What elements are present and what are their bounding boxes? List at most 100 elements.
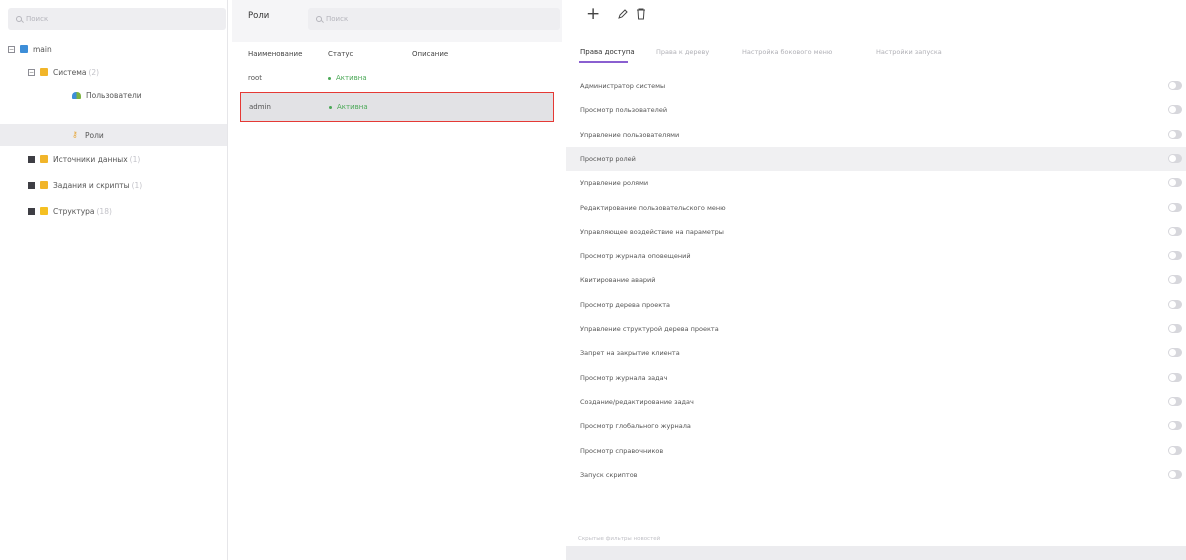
folder-icon	[40, 68, 48, 76]
roles-search-input[interactable]: Поиск	[308, 8, 560, 30]
permission-label: Администратор системы	[580, 82, 666, 90]
permission-label: Управляющее воздействие на параметры	[580, 227, 724, 236]
tree-item-main[interactable]: − main	[0, 38, 227, 60]
permission-toggle[interactable]	[1168, 81, 1182, 90]
permission-row: Квитирование аварий	[566, 268, 1186, 292]
status-badge: Активна	[329, 103, 368, 111]
permission-toggle[interactable]	[1168, 469, 1182, 479]
permission-row: Просмотр журнала оповещений	[566, 244, 1186, 268]
tree-item-tasks-scripts[interactable]: Задания и скрипты (1)	[0, 174, 227, 196]
permission-toggle[interactable]	[1168, 348, 1182, 358]
collapse-icon[interactable]: −	[8, 45, 15, 53]
permission-label: Просмотр пользователей	[580, 106, 668, 115]
collapse-icon[interactable]: −	[28, 68, 35, 76]
permission-toggle[interactable]	[1168, 396, 1182, 406]
tree-item-roles[interactable]: ⚷ Роли	[0, 124, 227, 146]
permission-toggle[interactable]	[1168, 129, 1182, 139]
permission-toggle[interactable]	[1168, 324, 1182, 333]
tree-item-label: Источники данных	[53, 154, 128, 164]
tree-item-label: main	[33, 44, 52, 54]
folder-icon	[40, 207, 48, 215]
tab-side-menu-settings[interactable]: Настройка бокового меню	[742, 48, 832, 56]
permission-label: Запуск скриптов	[580, 470, 638, 479]
permission-row: Просмотр глобального журнала	[566, 414, 1186, 438]
permission-toggle[interactable]	[1168, 153, 1182, 163]
folder-icon	[40, 155, 48, 163]
permission-row: Запрет на закрытие клиента	[566, 341, 1186, 365]
add-role-button[interactable]: +	[586, 4, 600, 24]
permission-row: Просмотр пользователей	[566, 98, 1186, 122]
hidden-filters-field[interactable]	[566, 546, 1186, 560]
tree-item-label: Задания и скрипты	[53, 180, 130, 190]
database-icon	[20, 45, 28, 53]
permission-label: Просмотр глобального журнала	[580, 422, 691, 431]
tree-item-label: Роли	[85, 130, 104, 140]
tree-item-count: (1)	[131, 180, 143, 190]
roles-title: Роли	[248, 11, 270, 21]
permission-toggle[interactable]	[1168, 226, 1182, 236]
tree-item-users[interactable]: Пользователи	[0, 84, 227, 106]
table-row-selected[interactable]: admin Активна	[240, 92, 554, 122]
permission-row: Просмотр дерева проекта	[566, 293, 1186, 317]
role-name: admin	[249, 103, 271, 111]
permission-label: Управление пользователями	[580, 130, 680, 139]
permission-row: Управление структурой дерева проекта	[566, 317, 1186, 341]
delete-role-button[interactable]	[636, 8, 646, 20]
tab-tree-rights[interactable]: Права к дереву	[656, 48, 709, 56]
column-header-status[interactable]: Статус	[328, 50, 353, 58]
permission-row: Управляющее воздействие на параметры	[566, 220, 1186, 244]
permission-label: Создание/редактирование задач	[580, 397, 694, 406]
column-header-name[interactable]: Наименование	[248, 50, 302, 58]
tab-launch-settings[interactable]: Настройки запуска	[876, 48, 942, 56]
permission-toggle[interactable]	[1168, 178, 1182, 188]
table-row[interactable]: root Активна	[240, 67, 554, 89]
expand-icon[interactable]	[28, 207, 35, 215]
tree-item-label: Пользователи	[86, 90, 142, 100]
permission-row: Администратор системы	[566, 74, 1186, 98]
edit-role-button[interactable]	[617, 8, 629, 20]
permission-toggle[interactable]	[1168, 251, 1182, 261]
expand-icon[interactable]	[28, 155, 35, 163]
permission-row: Просмотр журнала задач	[566, 366, 1186, 390]
users-icon	[72, 91, 81, 99]
permission-label: Просмотр справочников	[580, 446, 664, 455]
permission-row: Управление пользователями	[566, 123, 1186, 147]
role-key-icon: ⚷	[72, 130, 78, 139]
permission-toggle[interactable]	[1168, 105, 1182, 115]
hidden-filters-label: Скрытые фильтры новостей	[578, 536, 661, 542]
tree-search-input[interactable]: Поиск	[8, 8, 226, 30]
expand-icon[interactable]	[28, 181, 35, 189]
permission-row: Просмотр ролей	[566, 146, 1186, 171]
column-header-description[interactable]: Описание	[412, 50, 448, 58]
tree-search-placeholder: Поиск	[26, 15, 49, 23]
tree-item-structure[interactable]: Структура (18)	[0, 200, 227, 222]
tree-item-count: (1)	[129, 154, 141, 164]
search-icon	[16, 16, 22, 22]
permission-toggle[interactable]	[1168, 299, 1182, 309]
permission-toggle[interactable]	[1168, 445, 1182, 455]
tree-item-label: Система	[53, 67, 87, 77]
permission-row: Запуск скриптов	[566, 463, 1186, 487]
tree-item-system[interactable]: − Система (2)	[0, 61, 227, 83]
permissions-panel: Права доступа Права к дереву Настройка б…	[566, 38, 1186, 560]
permission-label: Квитирование аварий	[580, 276, 656, 285]
permission-label: Управление структурой дерева проекта	[580, 325, 719, 333]
permission-row: Просмотр справочников	[566, 439, 1186, 463]
permission-toggle[interactable]	[1168, 202, 1182, 212]
permission-row: Редактирование пользовательского меню	[566, 196, 1186, 220]
tree-item-count: (2)	[88, 67, 100, 77]
permission-toggle[interactable]	[1168, 421, 1182, 431]
permission-toggle[interactable]	[1168, 372, 1182, 382]
active-tab-indicator	[579, 61, 628, 63]
permission-toggle[interactable]	[1168, 275, 1182, 285]
tab-access-rights[interactable]: Права доступа	[580, 48, 635, 56]
permission-label: Запрет на закрытие клиента	[580, 349, 680, 358]
permission-label: Просмотр журнала оповещений	[580, 252, 691, 261]
folder-icon	[40, 181, 48, 189]
tree-item-data-sources[interactable]: Источники данных (1)	[0, 148, 227, 170]
roles-search-placeholder: Поиск	[326, 15, 349, 23]
status-badge: Активна	[328, 74, 367, 82]
roles-panel: Роли Поиск Наименование Статус Описание …	[232, 0, 562, 560]
permission-label: Просмотр дерева проекта	[580, 300, 670, 309]
permission-label: Просмотр ролей	[580, 154, 636, 163]
